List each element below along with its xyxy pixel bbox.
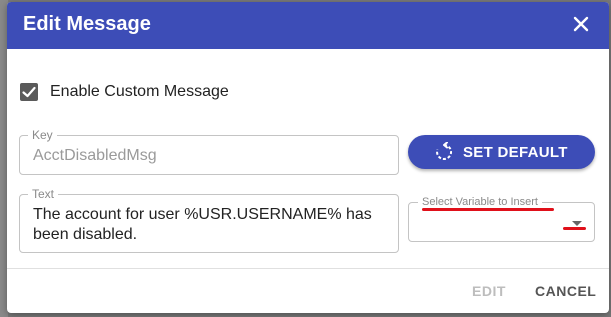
key-field-label: Key [28,128,57,142]
checkmark-icon [22,86,36,98]
annotation-underline-arrow [563,227,586,230]
reset-icon [436,142,453,160]
edit-message-dialog: Edit Message Enable Custom Message Key A… [7,2,609,313]
annotation-underline-label [422,208,554,211]
enable-custom-message-checkbox[interactable] [20,83,38,101]
chevron-down-icon[interactable] [572,221,582,226]
dialog-title: Edit Message [23,13,151,35]
set-default-label: SET DEFAULT [463,144,568,161]
close-icon [573,16,589,32]
dialog-header: Edit Message [7,2,609,49]
footer-divider [7,268,609,269]
select-variable-label: Select Variable to Insert [418,195,542,209]
text-field[interactable]: Text The account for user %USR.USERNAME%… [19,187,399,253]
key-field-value: AcctDisabledMsg [33,147,157,164]
cancel-button[interactable]: CANCEL [535,283,596,299]
edit-button[interactable]: EDIT [472,283,506,299]
set-default-button[interactable]: SET DEFAULT [408,135,595,169]
enable-custom-message-label[interactable]: Enable Custom Message [50,83,229,101]
close-button[interactable] [571,14,591,34]
key-field[interactable]: Key AcctDisabledMsg [19,128,399,175]
text-field-value: The account for user %USR.USERNAME% has … [33,206,372,243]
text-field-label: Text [28,187,59,201]
